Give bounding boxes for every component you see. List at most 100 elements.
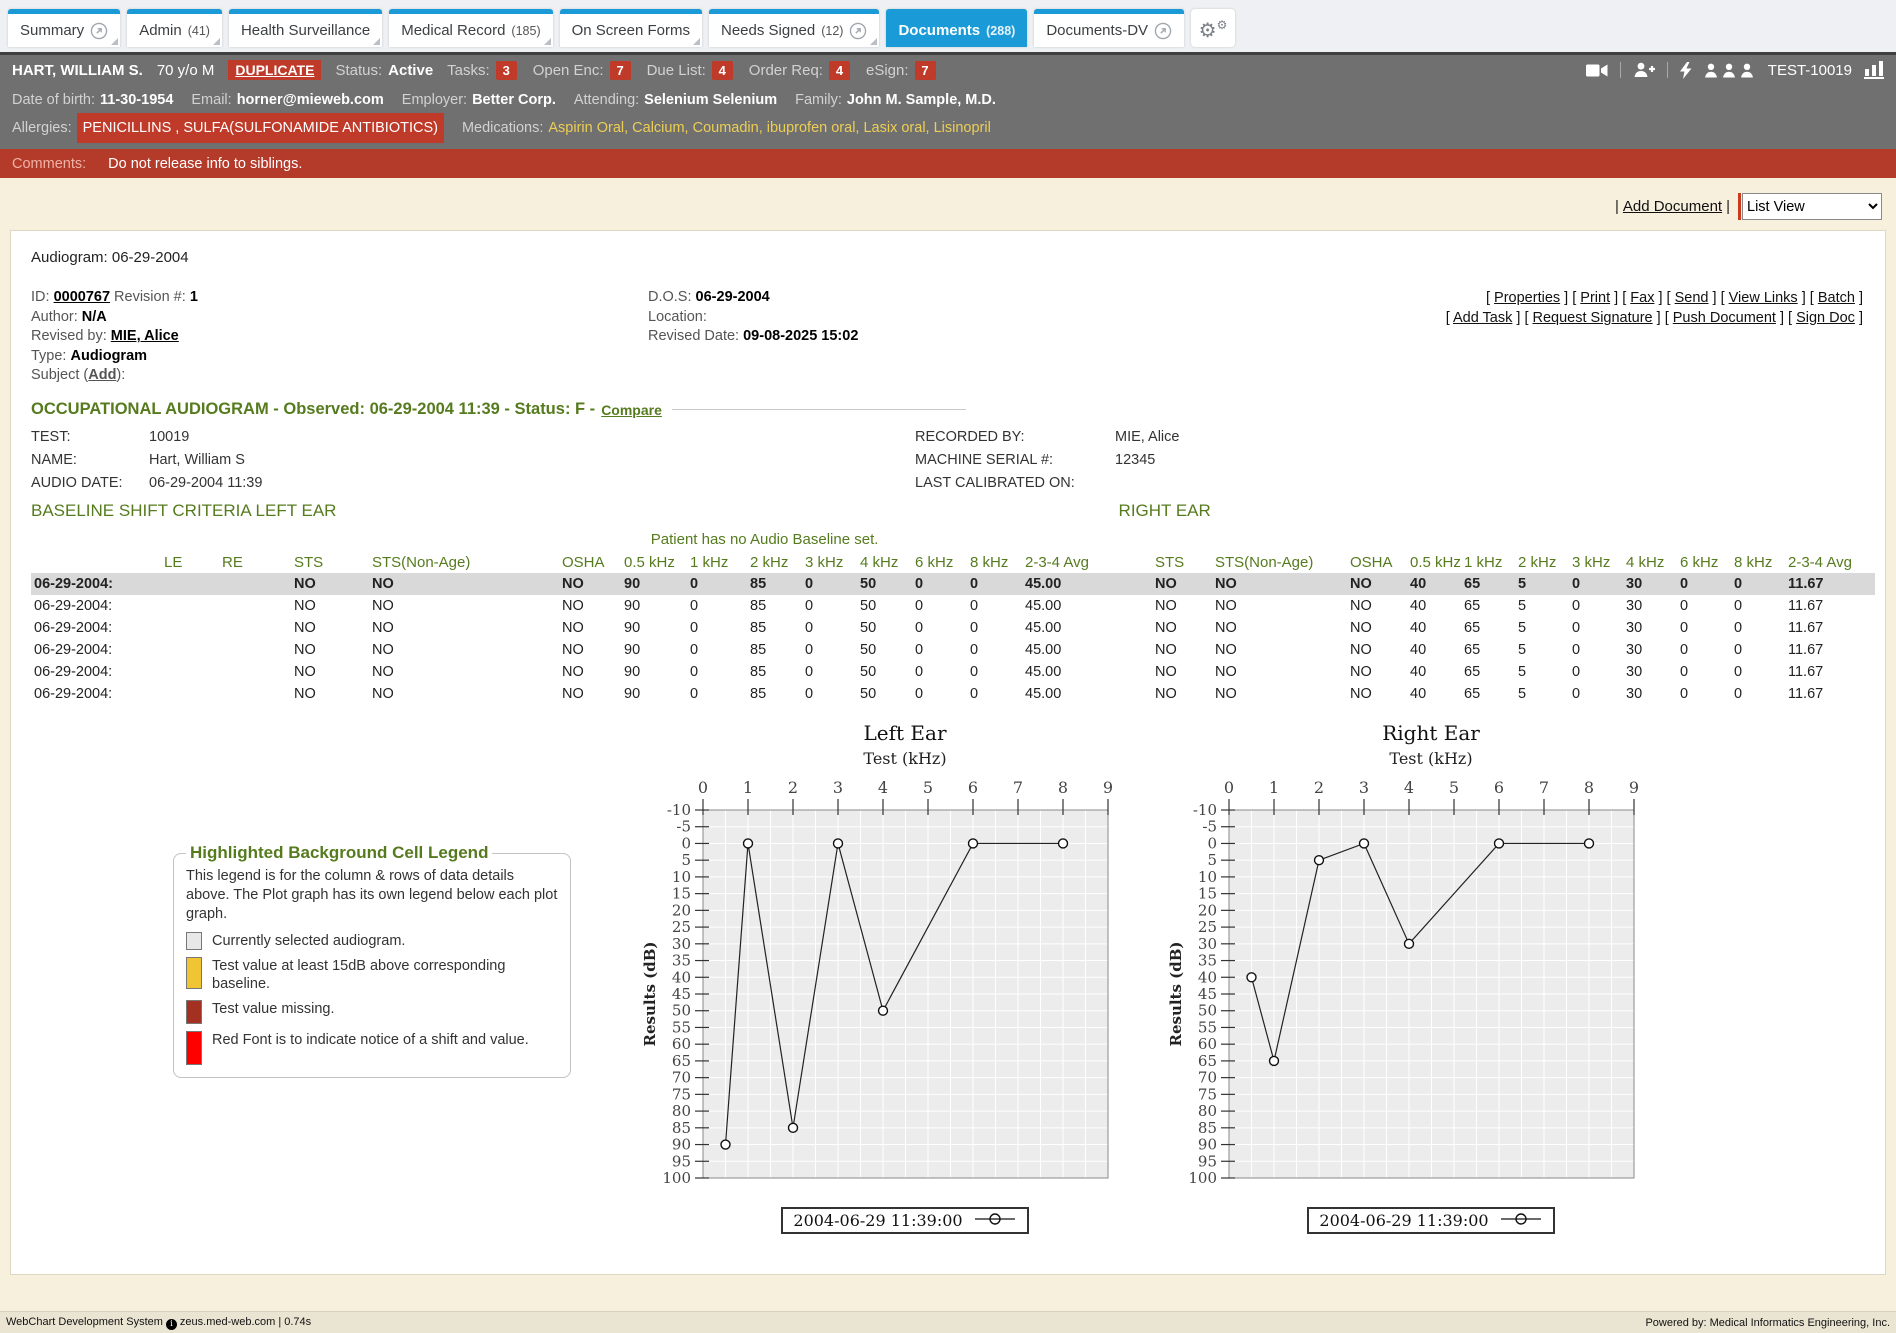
revised-by-link[interactable]: MIE, Alice <box>111 328 179 344</box>
badge-label: Due List: <box>647 62 706 79</box>
table-row[interactable]: 06-29-2004:NONONO900850500045.00NONONO40… <box>31 683 1875 705</box>
legend-item: Currently selected audiogram. <box>186 932 558 950</box>
svg-text:1: 1 <box>743 778 753 797</box>
author-value: N/A <box>82 309 107 325</box>
table-row[interactable]: 06-29-2004:NONONO900850500045.00NONONO40… <box>31 639 1875 661</box>
doc-action-view-links[interactable]: View Links <box>1729 290 1798 306</box>
svg-text:3: 3 <box>833 778 843 797</box>
svg-text:25: 25 <box>1198 918 1217 936</box>
external-link-icon[interactable] <box>1154 22 1172 40</box>
tab-documents[interactable]: Documents(288) <box>886 9 1027 47</box>
row-date: 06-29-2004: <box>31 617 161 639</box>
doc-action-fax[interactable]: Fax <box>1630 290 1654 306</box>
tab-summary[interactable]: Summary <box>8 9 120 47</box>
cell-left: NO <box>559 683 621 705</box>
cell-right: 0 <box>1731 639 1785 661</box>
patient-age-sex: 70 y/o M <box>157 62 215 79</box>
tab-count: (288) <box>986 24 1015 38</box>
cell-right: 11.67 <box>1785 683 1875 705</box>
tab-needs-signed[interactable]: Needs Signed(12) <box>709 9 879 47</box>
add-document-link[interactable]: Add Document <box>1623 198 1722 215</box>
cell-spacer <box>1122 595 1152 617</box>
heading-rule <box>672 409 966 410</box>
cell-right: 40 <box>1407 639 1461 661</box>
svg-text:9: 9 <box>1629 778 1639 797</box>
badge-count[interactable]: 7 <box>915 61 936 80</box>
test-info-value: MIE, Alice <box>1115 427 1179 450</box>
external-link-icon[interactable] <box>849 22 867 40</box>
tab-documents-dv[interactable]: Documents-DV <box>1034 9 1184 47</box>
cell-right: 0 <box>1677 683 1731 705</box>
svg-text:0: 0 <box>681 834 691 852</box>
svg-text:-10: -10 <box>667 801 691 819</box>
doc-actions-row2: [ Add Task ] [ Request Signature ] [ Pus… <box>1446 308 1863 328</box>
badge-count[interactable]: 3 <box>496 61 517 80</box>
tab-count: (41) <box>188 24 210 38</box>
cell-left: 50 <box>857 639 912 661</box>
badge-count[interactable]: 7 <box>610 61 631 80</box>
charts-row: Highlighted Background Cell Legend This … <box>31 721 1865 1234</box>
bracket-link-wrap: [ Properties ] <box>1486 290 1572 306</box>
bracket-link-wrap: [ View Links ] <box>1721 290 1810 306</box>
cell-left: 50 <box>857 617 912 639</box>
cell-right: NO <box>1212 661 1347 683</box>
view-mode-select[interactable]: List View <box>1742 193 1882 220</box>
doc-action-push-document[interactable]: Push Document <box>1673 310 1776 326</box>
compare-link[interactable]: Compare <box>601 402 662 418</box>
video-camera-icon[interactable] <box>1586 63 1608 78</box>
table-row[interactable]: 06-29-2004:NONONO900850500045.00NONONO40… <box>31 617 1875 639</box>
column-header-osha: OSHA <box>559 552 621 573</box>
bar-chart-icon[interactable] <box>1864 61 1884 79</box>
tab-medical-record[interactable]: Medical Record(185) <box>389 9 552 47</box>
legend-swatch <box>186 1000 202 1024</box>
duplicate-badge[interactable]: DUPLICATE <box>228 60 321 80</box>
table-row[interactable]: 06-29-2004:NONONO900850500045.00NONONO40… <box>31 595 1875 617</box>
badge-count[interactable]: 4 <box>712 61 733 80</box>
doc-action-batch[interactable]: Batch <box>1818 290 1855 306</box>
svg-text:95: 95 <box>672 1152 691 1170</box>
doc-action-request-signature[interactable]: Request Signature <box>1533 310 1653 326</box>
tab-on-screen-forms[interactable]: On Screen Forms <box>560 9 702 47</box>
doc-action-add-task[interactable]: Add Task <box>1453 310 1512 326</box>
lightning-icon[interactable] <box>1680 62 1692 79</box>
patient-badge-order-req: Order Req:4 <box>749 61 850 80</box>
cell-left: NO <box>369 573 559 595</box>
svg-text:0: 0 <box>698 778 708 797</box>
allergies-badge[interactable]: PENICILLINS , SULFA(SULFONAMIDE ANTIBIOT… <box>77 113 444 143</box>
tab-health-surveillance[interactable]: Health Surveillance <box>229 9 382 47</box>
test-info-label: LAST CALIBRATED ON: <box>915 473 1115 496</box>
doc-action-sign-doc[interactable]: Sign Doc <box>1796 310 1855 326</box>
cell-left <box>161 683 219 705</box>
badge-count[interactable]: 4 <box>829 61 850 80</box>
subject-add-link[interactable]: Add <box>88 367 116 383</box>
settings-gear-button[interactable]: ⚙⚙ <box>1191 9 1235 47</box>
info-icon[interactable]: i <box>166 1319 177 1330</box>
comments-text: Do not release info to siblings. <box>108 156 302 172</box>
medications-list[interactable]: Aspirin Oral, Calcium, Coumadin, ibuprof… <box>548 115 990 141</box>
cell-right: 0 <box>1569 573 1623 595</box>
document-id-link[interactable]: 0000767 <box>54 289 110 305</box>
table-row[interactable]: 06-29-2004:NONONO900850500045.00NONONO40… <box>31 573 1875 595</box>
tab-admin[interactable]: Admin(41) <box>127 9 222 47</box>
table-row[interactable]: 06-29-2004:NONONO900850500045.00NONONO40… <box>31 661 1875 683</box>
cell-right: NO <box>1152 573 1212 595</box>
patients-group-icon[interactable] <box>1704 63 1756 78</box>
badge-label: Open Enc: <box>533 62 604 79</box>
bracket-link-wrap: [ Print ] <box>1572 290 1622 306</box>
doc-action-send[interactable]: Send <box>1675 290 1709 306</box>
patient-badges: Tasks:3Open Enc:7Due List:4Order Req:4eS… <box>447 61 935 80</box>
svg-text:7: 7 <box>1013 778 1023 797</box>
chart-series-label: 2004-06-29 11:39:00 <box>793 1211 962 1230</box>
bracket-link-wrap: [ Push Document ] <box>1665 310 1788 326</box>
cell-left <box>219 683 291 705</box>
add-user-icon[interactable] <box>1633 62 1655 78</box>
test-info-value: 10019 <box>149 427 262 450</box>
document-panel: Audiogram: 06-29-2004 ID: 0000767 Revisi… <box>10 230 1886 1275</box>
chart-title: Right Ear <box>1167 721 1667 745</box>
doc-action-properties[interactable]: Properties <box>1494 290 1560 306</box>
doc-action-print[interactable]: Print <box>1580 290 1610 306</box>
tab-count: (185) <box>511 24 540 38</box>
cell-right: 0 <box>1569 683 1623 705</box>
cell-spacer <box>1122 661 1152 683</box>
external-link-icon[interactable] <box>90 22 108 40</box>
